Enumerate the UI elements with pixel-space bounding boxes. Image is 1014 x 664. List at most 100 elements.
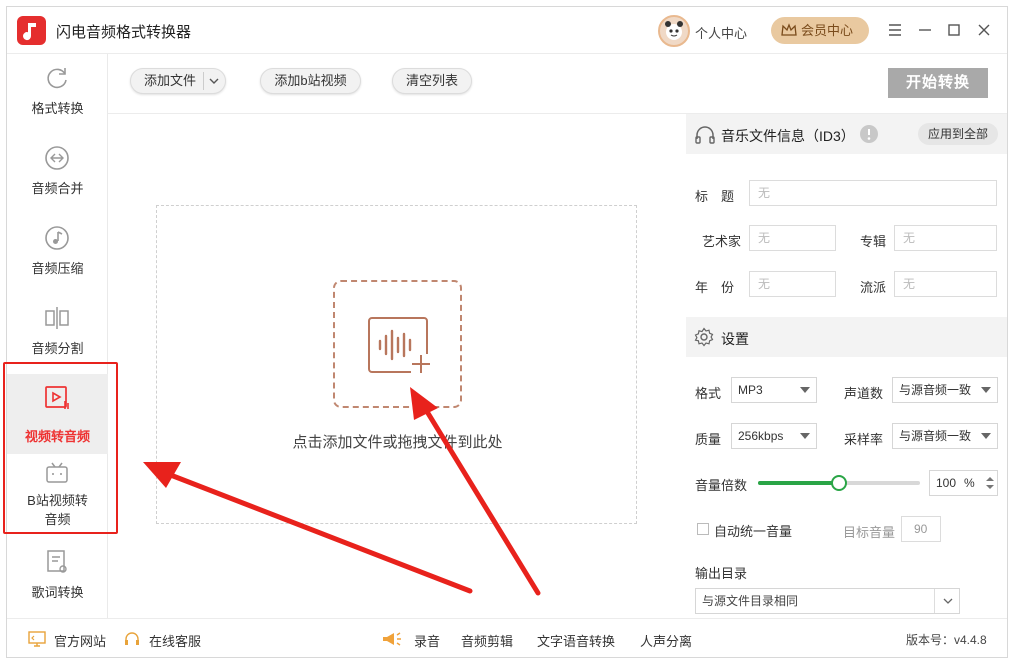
sidebar-item-label: 格式转换 [31,101,84,116]
maximize-icon[interactable] [943,19,965,41]
quality-select[interactable]: 256kbps [731,423,817,449]
volume-slider[interactable] [758,475,920,491]
year-field[interactable]: 无 [749,271,836,297]
sidebar-item-label: 歌词转换 [31,585,84,600]
headphones-icon [695,126,715,144]
id3-section-header: 音乐文件信息（ID3） 应用到全部 [686,114,1007,154]
merge-icon [45,146,69,170]
annotation-highlight-box [3,362,118,534]
sidebar-item-label: 音频分割 [31,341,84,356]
add-audio-icon[interactable] [333,280,462,408]
apply-to-all-button[interactable]: 应用到全部 [918,123,998,145]
quality-value: 256kbps [738,429,784,443]
tts-link[interactable]: 文字语音转换 [537,631,615,650]
vocal-separation-link[interactable]: 人声分离 [640,631,692,650]
year-label: 年 份 [695,280,735,295]
title-bar: 闪电音频格式转换器 个人中心 会员中心 [7,7,1007,54]
sidebar-item-label: 音频压缩 [31,261,84,276]
sidebar-item-lyrics-convert[interactable]: 歌词转换 [7,538,108,618]
record-link[interactable]: 录音 [414,631,440,650]
quality-label: 质量 [695,432,722,447]
artist-field[interactable]: 无 [749,225,836,251]
vip-center-button[interactable]: 会员中心 [771,17,869,44]
channel-value: 与源音频一致 [899,383,972,397]
start-convert-button[interactable]: 开始转换 [888,68,988,98]
menu-icon[interactable] [884,19,906,41]
chevron-down-icon [800,387,810,393]
megaphone-icon [383,632,401,646]
output-dir-value: 与源文件目录相同 [702,594,799,608]
add-file-button[interactable]: 添加文件 [130,68,226,94]
chevron-down-icon[interactable] [209,77,219,85]
genre-field[interactable]: 无 [894,271,997,297]
sidebar: 格式转换 音频合并 音频压缩 音频分割 视频转音频 B站视频转 音频 歌词转换 [3,54,118,618]
settings-section-header: 设置 [686,317,1007,357]
sidebar-item-audio-merge[interactable]: 音频合并 [7,134,108,214]
monitor-icon [28,631,46,647]
channel-select[interactable]: 与源音频一致 [892,377,998,403]
format-select[interactable]: MP3 [731,377,817,403]
format-label: 格式 [695,386,722,401]
album-label: 专辑 [860,234,887,249]
title-field[interactable]: 无 [749,180,997,206]
add-bilibili-video-button[interactable]: 添加b站视频 [260,68,361,94]
personal-center-link[interactable]: 个人中心 [695,23,747,42]
avatar[interactable] [658,15,690,47]
album-field[interactable]: 无 [894,225,997,251]
right-panel: 音乐文件信息（ID3） 应用到全部 标 题 无 艺术家 无 专辑 无 年 份 无… [686,114,1007,618]
gear-icon [694,327,714,347]
samplerate-select[interactable]: 与源音频一致 [892,423,998,449]
chevron-down-icon [943,598,953,604]
sidebar-item-audio-compress[interactable]: 音频压缩 [7,214,108,294]
music-note-icon [45,226,69,250]
refresh-icon [47,68,67,89]
samplerate-value: 与源音频一致 [899,429,972,443]
stepper-icon[interactable] [985,474,995,492]
vip-center-label: 会员中心 [801,23,854,38]
app-window: 闪电音频格式转换器 个人中心 会员中心 格式转换 音频合并 音频压缩 音频分割 … [3,6,1008,658]
crown-icon [781,23,797,36]
lyrics-icon [47,550,67,573]
official-website-link[interactable]: 官方网站 [54,631,106,650]
volume-slider-handle[interactable] [831,475,847,491]
output-dir-label: 输出目录 [695,566,748,581]
volume-slider-fill [758,481,839,485]
file-drop-zone[interactable]: 点击添加文件或拖拽文件到此处 [156,205,637,524]
title-label: 标 题 [695,189,735,204]
channel-label: 声道数 [844,386,884,401]
split-icon [45,307,69,329]
clear-list-button[interactable]: 清空列表 [392,68,472,94]
artist-label: 艺术家 [702,234,742,249]
target-volume-field[interactable]: 90 [901,516,941,542]
genre-label: 流派 [860,280,887,295]
volume-label: 音量倍数 [695,478,748,493]
version-text: 版本号：v4.4.8 [906,633,987,647]
settings-section-title: 设置 [721,331,749,347]
add-file-label: 添加文件 [144,73,197,88]
chevron-down-icon [981,387,991,393]
sidebar-item-label: 音频合并 [31,181,84,196]
format-value: MP3 [738,383,763,397]
auto-normalize-checkbox[interactable] [697,523,709,535]
headset-icon [125,632,139,645]
toolbar: 添加文件 添加b站视频 清空列表 开始转换 [108,54,1007,114]
auto-normalize-label: 自动统一音量 [714,524,793,539]
target-volume-label: 目标音量 [843,525,896,540]
chevron-down-icon [981,433,991,439]
output-dir-select[interactable]: 与源文件目录相同 [695,588,960,614]
volume-value: 100 [936,476,957,490]
chevron-down-icon [800,433,810,439]
app-title: 闪电音频格式转换器 [56,24,192,41]
audio-edit-link[interactable]: 音频剪辑 [461,631,513,650]
sidebar-item-format-convert[interactable]: 格式转换 [7,54,108,134]
info-icon[interactable] [859,124,879,144]
app-logo-icon [17,16,46,45]
volume-input[interactable]: 100 % [929,470,998,496]
online-support-link[interactable]: 在线客服 [149,631,201,650]
samplerate-label: 采样率 [844,432,884,447]
footer: 官方网站 在线客服 录音 音频剪辑 文字语音转换 人声分离 版本号：v4.4.8 [7,618,1007,657]
close-icon[interactable] [973,19,995,41]
drop-hint-text: 点击添加文件或拖拽文件到此处 [292,434,503,451]
minimize-icon[interactable] [914,19,936,41]
volume-unit: % [964,476,975,490]
